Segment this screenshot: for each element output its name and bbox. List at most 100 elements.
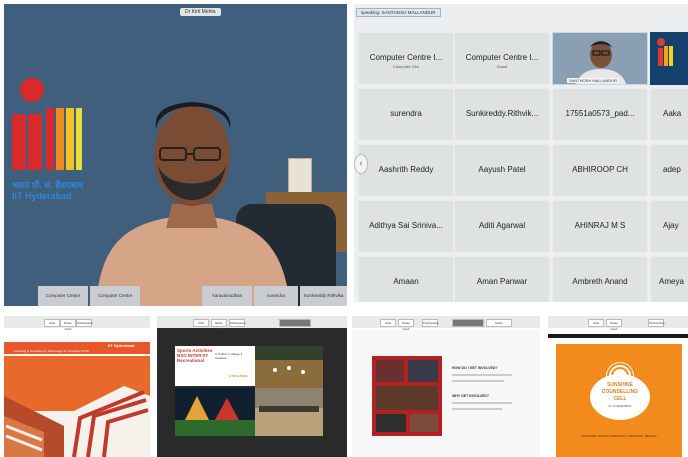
- iith-logo-dot: [20, 78, 44, 102]
- slide-toolbar: Chat Raise hand Participants Share: [352, 316, 540, 331]
- thumb-tile[interactable]: Computer Centre: [90, 286, 140, 306]
- sunshine-line3: CELL: [613, 396, 627, 402]
- participant-tile[interactable]: Aman Panwar: [454, 256, 550, 302]
- clubs-heading-2: WHY GET INVOLVED?: [452, 394, 490, 398]
- participant-name: Ameya: [659, 277, 684, 286]
- participant-name: surendra: [390, 109, 422, 118]
- participant-video-tile[interactable]: SANTHOSH MALLANDUR: [552, 32, 648, 85]
- text-line: [452, 374, 512, 376]
- participant-sub: Guest: [496, 64, 508, 69]
- participant-grid-panel: speaking: SANTHOSH MALLANDUR Computer Ce…: [354, 4, 688, 302]
- toolbar-button[interactable]: Participants: [648, 319, 665, 327]
- participant-name: Ambreth Anand: [572, 277, 628, 286]
- thumb-tile[interactable]: Sunkireddy Rithvika: [300, 286, 347, 306]
- toolbar-button[interactable]: Chat: [44, 319, 60, 327]
- toolbar-button[interactable]: Chat: [588, 319, 604, 327]
- speaker-name-label: Dr Kirti Mehta: [180, 8, 221, 16]
- sunshine-slide-panel: Chat Raise hand Participants SUNSHINE CO…: [548, 316, 688, 457]
- sports-photo-group: [255, 388, 323, 436]
- participant-tile[interactable]: ABHIROOP CH: [552, 144, 648, 197]
- sports-photo-stadium: [175, 388, 255, 436]
- participant-name: Ajay: [663, 221, 679, 230]
- sports-slide-panel: Chat Raise hand Participants Sports Acti…: [157, 316, 347, 457]
- participant-sub: Computer Ctre: [392, 64, 420, 69]
- sunshine-footer: "RECOVER, REGAIN STRENGTH, REFOCUS, REVE…: [580, 434, 658, 438]
- participant-name: Aaka: [663, 109, 682, 118]
- toolbar-button[interactable]: Participants: [76, 319, 93, 327]
- clubs-photo-collage: [372, 356, 442, 436]
- participant-name: AHINRAJ M S: [574, 221, 626, 230]
- sunshine-line4: IIT HYDERABAD: [608, 404, 632, 408]
- sunshine-line2: COUNSELLING: [601, 389, 639, 395]
- participant-tile[interactable]: Ajay: [650, 200, 688, 253]
- participant-tile[interactable]: Aditi Agarwal: [454, 200, 550, 253]
- speaking-indicator: speaking: SANTHOSH MALLANDUR: [356, 8, 441, 17]
- participant-tile[interactable]: AHINRAJ M S: [552, 200, 648, 253]
- clubs-heading-1: HOW DO I GET INVOLVED?: [452, 366, 498, 370]
- clubs-slide-panel: Chat Raise hand Participants Share HOW D…: [352, 316, 540, 457]
- participant-tile[interactable]: Sunkireddy.Rithvik...: [454, 88, 550, 141]
- participant-name: Amaan: [393, 277, 419, 286]
- participant-tile[interactable]: surendra: [358, 88, 454, 141]
- iith-logo-text: भारत प्रौ. सं. हैदराबाद IIT Hyderabad: [12, 180, 84, 201]
- thumb-tile[interactable]: Aaravamudhan: [202, 286, 252, 306]
- slide-top-border: [548, 334, 688, 338]
- video-name-label: SANTHOSH MALLANDUR: [567, 78, 620, 83]
- participant-tile[interactable]: Amaan: [358, 256, 454, 302]
- toolbar-button[interactable]: Participants: [422, 319, 439, 327]
- toolbar-button[interactable]: Share: [486, 319, 512, 327]
- sports-photo-field: [255, 346, 323, 388]
- participant-tile[interactable]: Ambreth Anand: [552, 256, 648, 302]
- iith-book-logo-icon: [12, 108, 82, 170]
- thumbnail-strip: Computer Centre Computer Centre Aaravamu…: [4, 286, 347, 306]
- participant-name: Aayush Patel: [478, 165, 526, 174]
- participant-name: Aashrith Reddy: [378, 165, 434, 174]
- scroll-left-button[interactable]: ‹: [354, 154, 368, 174]
- slide-subtitle: Inventing & Innovating in Technology for…: [14, 349, 90, 353]
- speaker-video-panel[interactable]: Dr Kirti Mehta भारत प्रौ. सं. हैदराबाद II…: [4, 4, 347, 306]
- thumb-tile[interactable]: Computer Centre: [38, 286, 88, 306]
- thumb-tile[interactable]: surendra: [254, 286, 298, 306]
- iith-logo-icon: [650, 32, 688, 85]
- participant-name: Aditi Agarwal: [478, 221, 526, 230]
- sports-heading: Sports Activities NSO INTER-IIT Recreati…: [177, 348, 213, 363]
- participant-video-tile[interactable]: [650, 32, 688, 85]
- participant-tile[interactable]: Aashrith Reddy: [358, 144, 454, 197]
- participant-name: Computer Centre I...: [465, 53, 539, 62]
- participant-name: Computer Centre I...: [369, 53, 443, 62]
- sports-note: 3 Youths in charge 4 coaches...: [215, 352, 243, 360]
- participant-tile[interactable]: Aayush Patel: [454, 144, 550, 197]
- toolbar-button[interactable]: Raise hand: [398, 319, 414, 331]
- slide-toolbar: Chat Raise hand Participants: [4, 316, 150, 331]
- slide-toolbar: Chat Raise hand Participants: [548, 316, 688, 331]
- participant-name: ABHIROOP CH: [572, 165, 628, 174]
- participant-tile[interactable]: Ameya: [650, 256, 688, 302]
- iit-slide-panel: Chat Raise hand Participants IIT Hyderab…: [4, 316, 150, 457]
- slide-title: IIT Hyderabad: [108, 343, 135, 348]
- participant-name: Adithya Sai Sriniva...: [369, 221, 443, 230]
- toolbar-button[interactable]: Chat: [380, 319, 396, 327]
- speaker-person: [96, 102, 290, 306]
- sports-badge: GYM & POOL: [229, 374, 249, 378]
- campus-building-image: [4, 356, 150, 457]
- text-line: [452, 402, 512, 404]
- toolbar-button[interactable]: Chat: [193, 319, 209, 327]
- participant-name: adep: [663, 165, 681, 174]
- video-thumbs[interactable]: [452, 319, 484, 327]
- participant-name: Sunkireddy.Rithvik...: [465, 109, 539, 118]
- toolbar-button[interactable]: Participants: [229, 319, 246, 327]
- text-line: [452, 380, 504, 382]
- participant-tile[interactable]: adep: [650, 144, 688, 197]
- participant-tile[interactable]: Adithya Sai Sriniva...: [358, 200, 454, 253]
- participant-tile[interactable]: Computer Centre I... Computer Ctre: [358, 32, 454, 85]
- participant-tile[interactable]: Aaka: [650, 88, 688, 141]
- participant-tile[interactable]: 17551a0573_pad...: [552, 88, 648, 141]
- text-line: [452, 408, 502, 410]
- toolbar-button[interactable]: Raise hand: [60, 319, 76, 331]
- video-thumbs[interactable]: [279, 319, 311, 327]
- slide-toolbar: Chat Raise hand Participants: [157, 316, 347, 331]
- participant-tile[interactable]: Computer Centre I... Guest: [454, 32, 550, 85]
- sunshine-line1: SUNSHINE: [607, 382, 633, 388]
- toolbar-button[interactable]: Raise hand: [606, 319, 622, 331]
- toolbar-button[interactable]: Raise hand: [211, 319, 227, 331]
